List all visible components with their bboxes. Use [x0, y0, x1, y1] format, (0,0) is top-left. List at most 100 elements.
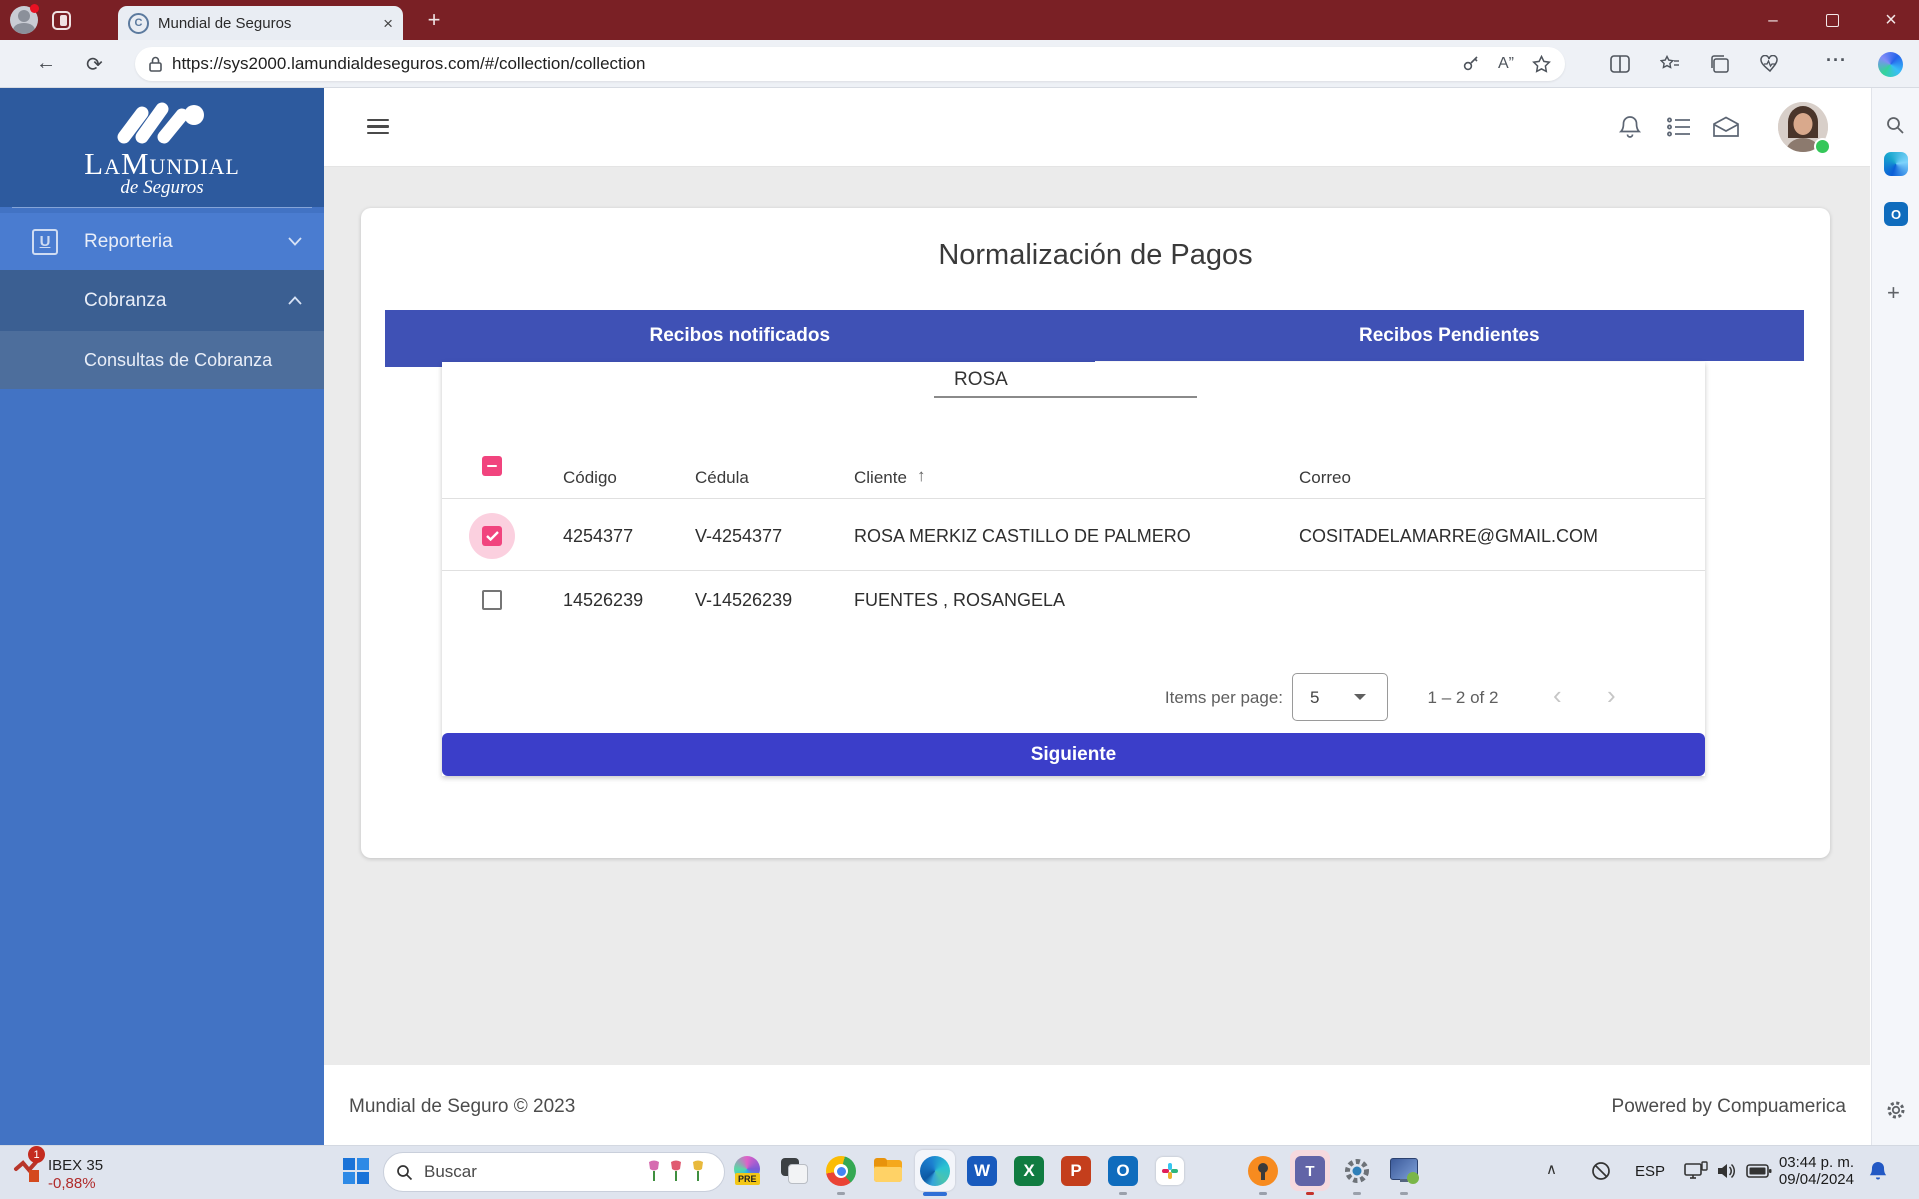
column-header-cedula[interactable]: Cédula: [695, 468, 749, 488]
window-maximize-button[interactable]: [1809, 0, 1855, 40]
tab-close-icon[interactable]: ×: [383, 15, 393, 32]
file-explorer-icon[interactable]: [873, 1156, 903, 1186]
row-checkbox-checked[interactable]: [482, 526, 502, 546]
task-view-icon[interactable]: [779, 1156, 809, 1186]
task-list-icon[interactable]: [1667, 117, 1691, 137]
favorite-star-icon[interactable]: [1532, 55, 1551, 73]
sidebar-item-consultas-de-cobranza[interactable]: Consultas de Cobranza: [0, 331, 324, 389]
sidebar-item-label: Reporteria: [84, 231, 173, 253]
running-indicator: [1119, 1192, 1127, 1195]
receipts-tab-group: Recibos notificados Recibos Pendientes: [385, 310, 1804, 361]
sidebar-bing-icon[interactable]: [1884, 152, 1908, 176]
word-icon[interactable]: W: [967, 1156, 997, 1186]
powerpoint-icon[interactable]: P: [1061, 1156, 1091, 1186]
search-placeholder: Buscar: [424, 1162, 646, 1182]
sidebar-add-icon[interactable]: +: [1887, 280, 1900, 306]
previous-page-button[interactable]: ‹: [1553, 680, 1562, 711]
cell-cedula: V-4254377: [695, 526, 782, 547]
slack-icon[interactable]: [1155, 1156, 1185, 1186]
refresh-button[interactable]: ⟳: [86, 52, 103, 77]
start-button-icon[interactable]: [343, 1158, 369, 1184]
column-header-correo[interactable]: Correo: [1299, 468, 1351, 488]
remote-desktop-icon[interactable]: [1389, 1156, 1419, 1186]
taskbar-search-box[interactable]: Buscar: [383, 1152, 725, 1192]
sidebar-item-reporteria[interactable]: U Reporteria: [0, 213, 324, 270]
window-minimize-button[interactable]: –: [1750, 0, 1796, 40]
sidebar-item-cobranza[interactable]: Cobranza: [0, 270, 324, 331]
sidebar-settings-gear-icon[interactable]: [1885, 1099, 1907, 1121]
browser-essentials-icon[interactable]: [1760, 55, 1780, 73]
sidebar-divider: [12, 207, 312, 208]
teams-icon[interactable]: T: [1295, 1156, 1325, 1186]
password-key-icon[interactable]: [1462, 55, 1480, 73]
menu-hamburger-button[interactable]: [367, 119, 389, 134]
tab-content-panel: [442, 362, 1705, 776]
do-not-disturb-icon[interactable]: [1590, 1160, 1612, 1182]
tab-recibos-notificados[interactable]: Recibos notificados: [385, 310, 1095, 361]
favorites-bar-icon[interactable]: [1660, 55, 1680, 73]
client-search-input[interactable]: [934, 366, 1197, 398]
stock-title: IBEX 35: [48, 1157, 103, 1174]
browser-tab[interactable]: C Mundial de Seguros ×: [118, 6, 403, 40]
sidebar-logo-block: LaMundial de Seguros: [0, 88, 324, 207]
indeterminate-dash-icon: [487, 465, 497, 468]
window-close-button[interactable]: ×: [1868, 0, 1914, 40]
copilot-button-icon[interactable]: [1878, 52, 1903, 77]
copilot-preview-icon[interactable]: PRE: [732, 1156, 762, 1186]
table-row-divider: [442, 570, 1705, 571]
clock[interactable]: 03:44 p. m. 09/04/2024: [1776, 1154, 1854, 1188]
sidebar-search-icon[interactable]: [1885, 115, 1905, 135]
next-page-button[interactable]: ›: [1607, 680, 1616, 711]
excel-icon[interactable]: X: [1014, 1156, 1044, 1186]
paginator-range-label: 1 – 2 of 2: [1402, 688, 1524, 708]
split-screen-icon[interactable]: [1610, 55, 1630, 73]
sort-ascending-icon[interactable]: ↑: [917, 466, 926, 486]
siguiente-button[interactable]: Siguiente: [442, 733, 1705, 776]
new-tab-button[interactable]: +: [418, 4, 450, 36]
collections-icon[interactable]: [1710, 55, 1730, 73]
tab-recibos-pendientes[interactable]: Recibos Pendientes: [1095, 310, 1805, 361]
notifications-bell-icon[interactable]: [1619, 115, 1641, 139]
column-header-cliente[interactable]: Cliente: [854, 468, 907, 488]
chevron-up-icon: [288, 296, 302, 305]
row-checkbox-unchecked[interactable]: [482, 590, 502, 610]
workspaces-icon[interactable]: [52, 11, 71, 30]
chrome-icon[interactable]: [826, 1156, 856, 1186]
sidebar-item-label: Cobranza: [84, 290, 166, 312]
edge-icon[interactable]: [920, 1156, 950, 1186]
network-display-icon[interactable]: [1684, 1161, 1708, 1181]
openvpn-icon[interactable]: [1248, 1156, 1278, 1186]
cell-cliente: FUENTES , ROSANGELA: [854, 590, 1065, 611]
speaker-icon[interactable]: [1716, 1161, 1738, 1181]
browser-more-icon[interactable]: ···: [1826, 50, 1847, 71]
stock-badge: 1: [28, 1146, 45, 1163]
battery-icon[interactable]: [1746, 1162, 1772, 1180]
tab-favicon: C: [128, 13, 149, 34]
read-aloud-icon[interactable]: A”: [1498, 55, 1514, 73]
column-header-codigo[interactable]: Código: [563, 468, 617, 488]
tab-title: Mundial de Seguros: [158, 15, 383, 32]
cell-cliente: ROSA MERKIZ CASTILLO DE PALMERO: [854, 526, 1191, 547]
sidebar-outlook-icon[interactable]: O: [1884, 202, 1908, 226]
running-indicator: [1259, 1192, 1267, 1195]
search-icon: [396, 1164, 413, 1181]
page-size-select[interactable]: [1292, 673, 1388, 721]
language-indicator[interactable]: ESP: [1635, 1163, 1665, 1180]
cell-cedula: V-14526239: [695, 590, 792, 611]
url-text: https://sys2000.lamundialdeseguros.com/#…: [172, 54, 1444, 74]
footer-copyright: Mundial de Seguro © 2023: [349, 1096, 575, 1118]
screen: C Mundial de Seguros × + – × ← ⟳ https:/…: [0, 0, 1919, 1199]
tray-expand-icon[interactable]: ∧: [1546, 1160, 1557, 1178]
stock-change: -0,88%: [48, 1175, 103, 1192]
windows-taskbar: [0, 1145, 1919, 1199]
select-all-checkbox[interactable]: [482, 456, 502, 476]
check-icon: [486, 531, 499, 541]
settings-gear-icon[interactable]: [1342, 1156, 1372, 1186]
sidebar-logo-subtitle: de Seguros: [0, 177, 324, 199]
sidebar-item-label: Consultas de Cobranza: [84, 350, 272, 371]
mail-open-icon[interactable]: [1712, 116, 1740, 138]
outlook-icon[interactable]: O: [1108, 1156, 1138, 1186]
address-bar[interactable]: https://sys2000.lamundialdeseguros.com/#…: [135, 47, 1565, 81]
notification-center-bell-icon[interactable]: [1868, 1160, 1888, 1182]
back-button[interactable]: ←: [36, 52, 56, 75]
